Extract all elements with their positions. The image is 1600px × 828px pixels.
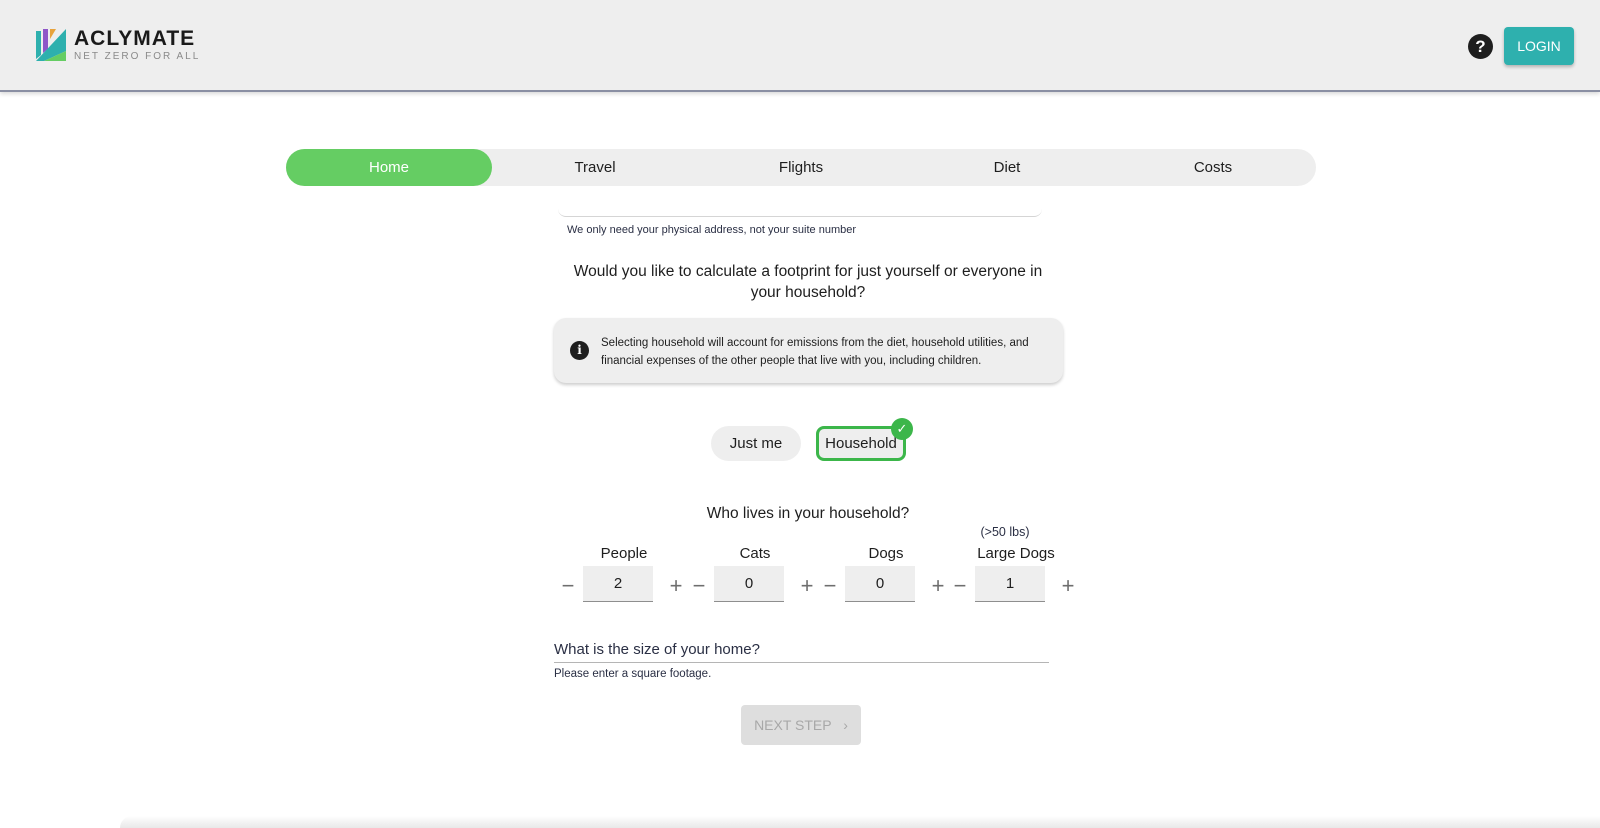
household-question: Who lives in your household? [706, 505, 910, 522]
people-increment-button[interactable]: + [667, 572, 685, 600]
dogs-label: Dogs [868, 545, 904, 562]
logo-mark-icon [36, 29, 68, 61]
cats-increment-button[interactable]: + [798, 572, 816, 600]
people-label: People [600, 545, 648, 562]
tab-flights[interactable]: Flights [698, 149, 904, 186]
tab-travel[interactable]: Travel [492, 149, 698, 186]
people-counter: People − + [559, 545, 689, 602]
check-icon: ✓ [891, 418, 913, 440]
people-input[interactable] [583, 566, 653, 602]
tab-costs[interactable]: Costs [1110, 149, 1316, 186]
cats-decrement-button[interactable]: − [690, 572, 708, 600]
household-info-text: Selecting household will account for emi… [601, 337, 1029, 367]
cats-label: Cats [739, 545, 771, 562]
tab-home[interactable]: Home [286, 149, 492, 186]
people-decrement-button[interactable]: − [559, 572, 577, 600]
dogs-counter: Dogs − + [821, 545, 951, 602]
dogs-increment-button[interactable]: + [929, 572, 947, 600]
logo-name: ACLYMATE [74, 27, 196, 50]
home-size-input[interactable] [554, 636, 1049, 663]
dogs-decrement-button[interactable]: − [821, 572, 839, 600]
tab-diet[interactable]: Diet [904, 149, 1110, 186]
large-dogs-increment-button[interactable]: + [1059, 572, 1077, 600]
logo-tagline: NET ZERO FOR ALL [74, 51, 201, 62]
bottom-panel-edge [120, 816, 1600, 828]
address-field[interactable] [558, 205, 1042, 217]
just-me-button[interactable]: Just me [711, 426, 801, 461]
address-hint: We only need your physical address, not … [567, 224, 857, 236]
home-size-hint: Please enter a square footage. [554, 668, 712, 680]
help-icon[interactable]: ? [1468, 34, 1493, 59]
large-dogs-label: Large Dogs [977, 545, 1055, 562]
login-button[interactable]: LOGIN [1504, 27, 1574, 65]
footprint-question: Would you like to calculate a footprint … [573, 263, 1043, 301]
large-dogs-note: (>50 lbs) [980, 525, 1030, 539]
info-icon: i [570, 341, 589, 360]
household-info-box: i Selecting household will account for e… [554, 318, 1063, 383]
dogs-input[interactable] [845, 566, 915, 602]
next-step-button[interactable]: NEXT STEP › [741, 705, 861, 745]
app-header: ACLYMATE NET ZERO FOR ALL ? LOGIN [0, 0, 1600, 92]
cats-counter: Cats − + [690, 545, 820, 602]
large-dogs-input[interactable] [975, 566, 1045, 602]
large-dogs-counter: Large Dogs − + [951, 545, 1081, 602]
aclymate-logo[interactable]: ACLYMATE NET ZERO FOR ALL [36, 28, 200, 62]
next-step-label: NEXT STEP [754, 717, 832, 733]
step-tabs: Home Travel Flights Diet Costs [286, 149, 1316, 186]
large-dogs-decrement-button[interactable]: − [951, 572, 969, 600]
cats-input[interactable] [714, 566, 784, 602]
chevron-right-icon: › [843, 717, 848, 733]
